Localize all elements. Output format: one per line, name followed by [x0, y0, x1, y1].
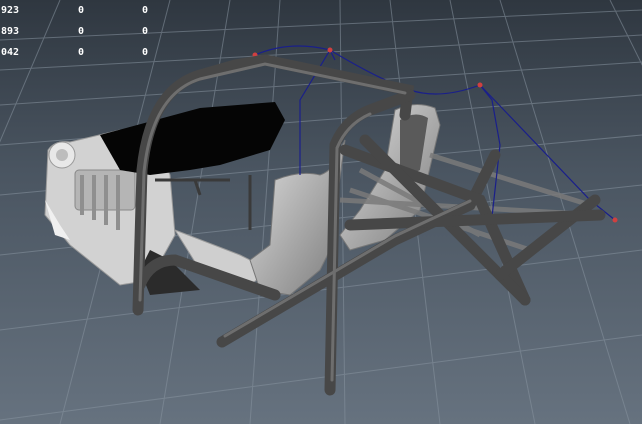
curve-point[interactable]	[327, 47, 333, 53]
readout-value: 0	[78, 26, 85, 37]
readout-value: 0	[142, 26, 149, 37]
readout-row: 893 0 0	[0, 21, 170, 42]
readout-value: 923	[1, 5, 20, 16]
readout-value: 042	[1, 47, 20, 58]
viewport-scene[interactable]	[0, 0, 642, 424]
black-cover-model[interactable]	[100, 102, 285, 175]
curve-point[interactable]	[612, 217, 618, 223]
readout-value: 893	[1, 26, 20, 37]
readout-value: 0	[142, 47, 149, 58]
readout-value: 0	[78, 5, 85, 16]
coordinate-readout: 923 0 0 893 0 0 042 0 0	[0, 0, 170, 63]
curve-point[interactable]	[477, 82, 483, 88]
readout-row: 042 0 0	[0, 42, 170, 63]
3d-viewport[interactable]: 923 0 0 893 0 0 042 0 0	[0, 0, 642, 424]
readout-row: 923 0 0	[0, 0, 170, 21]
readout-value: 0	[142, 5, 149, 16]
readout-value: 0	[78, 47, 85, 58]
